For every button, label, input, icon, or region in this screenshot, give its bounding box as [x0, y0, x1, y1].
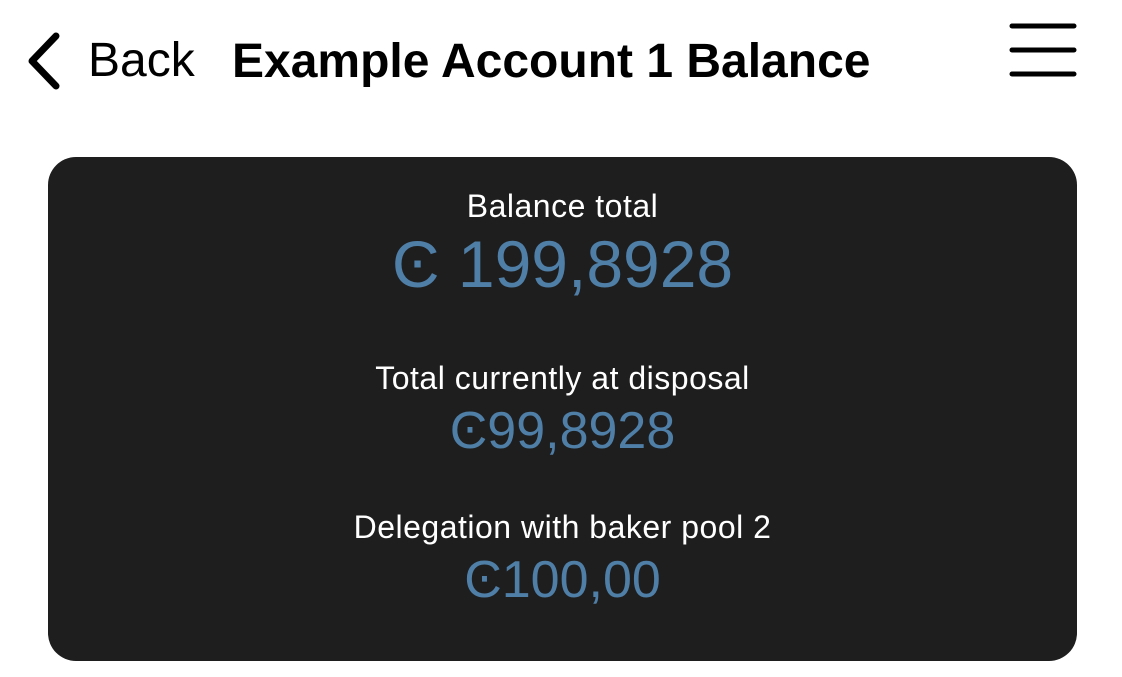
balance-total-label: Balance total — [466, 188, 659, 224]
disposal-value: Ͼ99,8928 — [449, 402, 676, 460]
delegation-value: Ͼ100,00 — [464, 551, 661, 609]
balance-card: Balance total Ͼ 199,8928 Total currently… — [48, 157, 1077, 661]
page-title: Example Account 1 Balance — [232, 35, 871, 88]
disposal-section: Total currently at disposal Ͼ99,8928 — [48, 359, 1077, 457]
delegation-section: Delegation with baker pool 2 Ͼ100,00 — [48, 508, 1077, 606]
back-label: Back — [88, 34, 195, 87]
disposal-label: Total currently at disposal — [375, 360, 750, 396]
hamburger-menu-icon[interactable] — [1006, 20, 1080, 82]
balance-total-section: Balance total Ͼ 199,8928 — [48, 187, 1077, 297]
back-button[interactable]: Back — [22, 28, 195, 94]
balance-total-value: Ͼ 199,8928 — [391, 227, 734, 301]
header: Back Example Account 1 Balance — [0, 0, 1122, 120]
delegation-label: Delegation with baker pool 2 — [353, 509, 772, 545]
chevron-left-icon — [28, 32, 60, 90]
